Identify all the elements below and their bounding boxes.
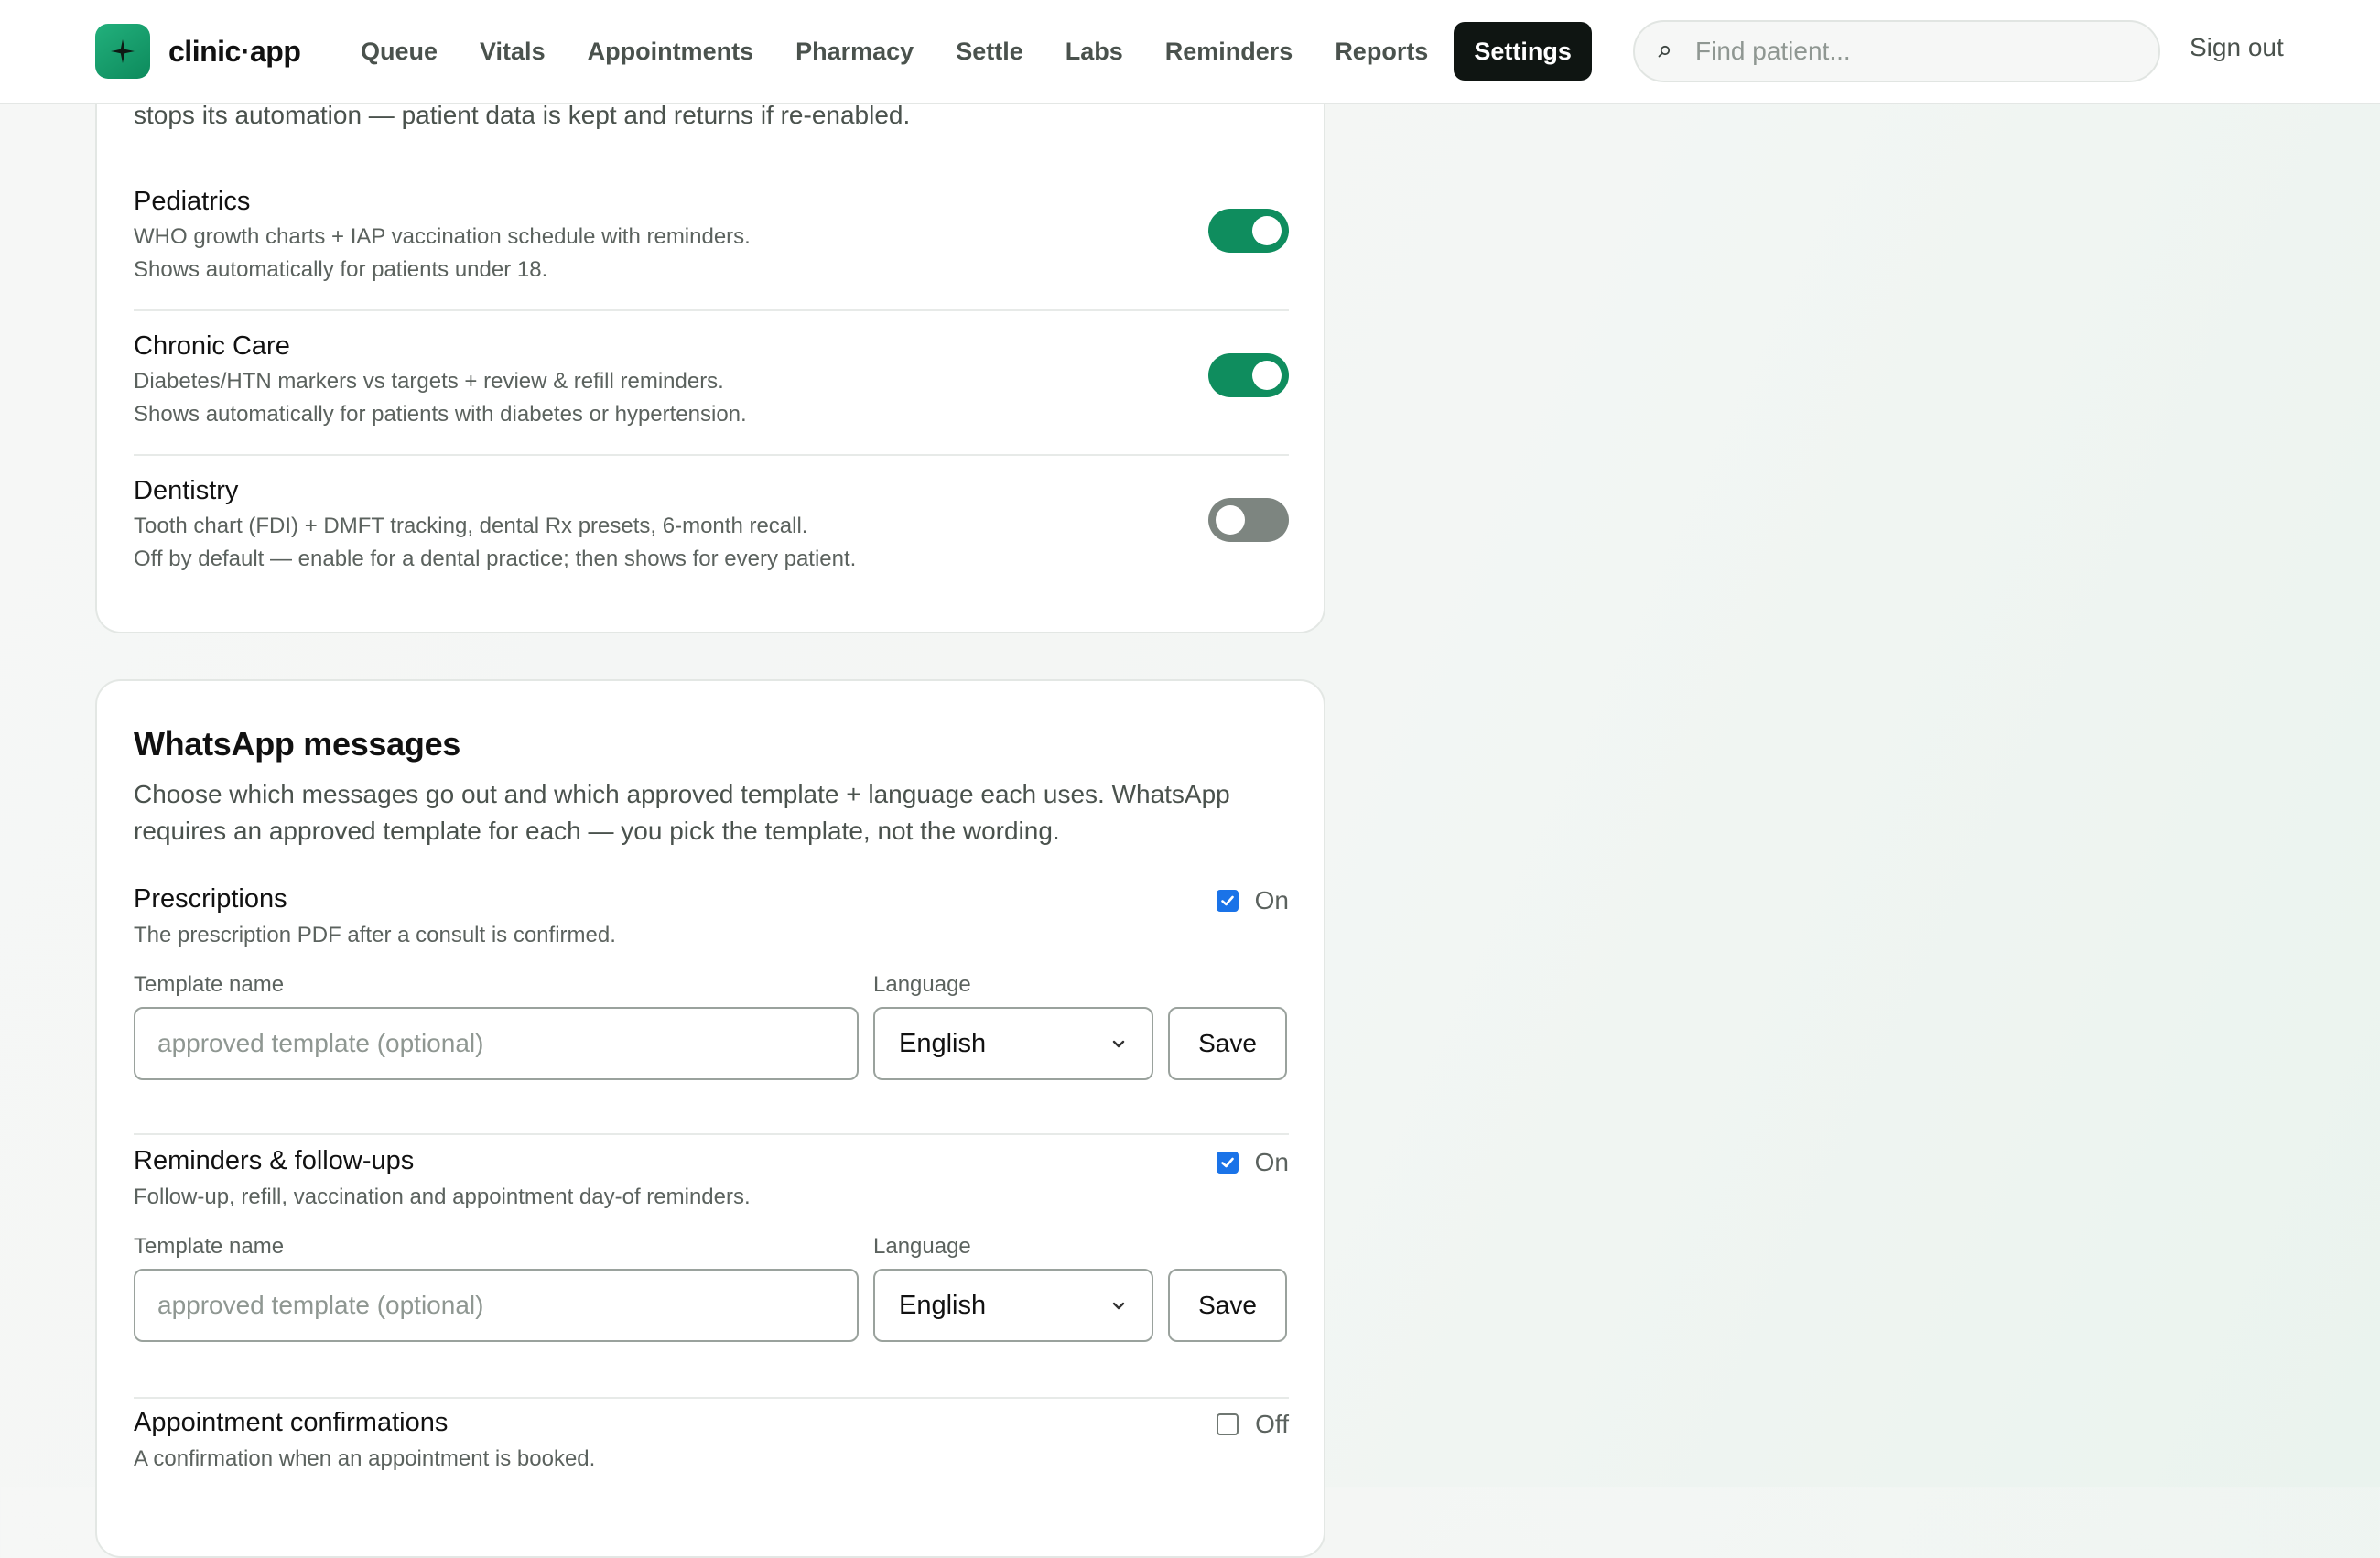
search-icon xyxy=(1655,42,1673,60)
module-desc-line: Tooth chart (FDI) + DMFT tracking, denta… xyxy=(134,514,808,538)
toggle-knob xyxy=(1252,361,1282,390)
nav-item-reminders[interactable]: Reminders xyxy=(1143,22,1314,81)
checkbox-label: Off xyxy=(1255,1410,1289,1438)
module-desc-line: Shows automatically for patients with di… xyxy=(134,402,747,427)
module-title: Dentistry xyxy=(134,476,239,505)
nav-item-settle[interactable]: Settle xyxy=(934,22,1044,81)
language-select-value: English xyxy=(899,1290,987,1320)
modules-card: stops its automation — patient data is k… xyxy=(95,55,1325,633)
patient-search[interactable] xyxy=(1633,20,2160,82)
language-select[interactable]: English xyxy=(873,1269,1153,1342)
module-desc-line: Off by default — enable for a dental pra… xyxy=(134,546,857,571)
message-title: Prescriptions xyxy=(134,884,287,914)
chevron-down-icon xyxy=(1109,1296,1128,1319)
modules-intro-text: stops its automation — patient data is k… xyxy=(134,101,911,129)
reminders-enabled-checkbox[interactable]: On xyxy=(1216,1148,1289,1177)
checkbox-label: On xyxy=(1254,886,1289,914)
toggle-knob xyxy=(1252,216,1282,245)
top-nav-bar: clinic·app Queue Vitals Appointments Pha… xyxy=(0,0,2380,104)
toggle-knob xyxy=(1216,505,1245,535)
message-desc: Follow-up, refill, vaccination and appoi… xyxy=(134,1185,751,1209)
nav-item-reports[interactable]: Reports xyxy=(1313,22,1448,81)
nav-item-queue[interactable]: Queue xyxy=(339,22,458,81)
nav-item-pharmacy[interactable]: Pharmacy xyxy=(774,22,934,81)
module-desc: Diabetes/HTN markers vs targets + review… xyxy=(134,365,1289,431)
message-desc: The prescription PDF after a consult is … xyxy=(134,923,616,947)
language-select[interactable]: English xyxy=(873,1007,1153,1080)
app-name: clinic·app xyxy=(168,34,301,68)
nav-item-appointments[interactable]: Appointments xyxy=(566,22,774,81)
module-desc-line: Diabetes/HTN markers vs targets + review… xyxy=(134,369,724,394)
checkbox-unchecked-icon[interactable] xyxy=(1217,1413,1239,1435)
message-prescriptions: Prescriptions The prescription PDF after… xyxy=(134,884,1289,1135)
whatsapp-section-title: WhatsApp messages xyxy=(134,725,461,763)
brand[interactable]: clinic·app xyxy=(95,24,301,79)
appointment-confirmations-checkbox[interactable]: Off xyxy=(1217,1410,1289,1439)
module-row-chronic-care: Chronic Care Diabetes/HTN markers vs tar… xyxy=(134,331,1289,456)
module-desc: WHO growth charts + IAP vaccination sche… xyxy=(134,221,1289,287)
chevron-down-icon xyxy=(1109,1034,1128,1057)
whatsapp-card: WhatsApp messages Choose which messages … xyxy=(95,679,1325,1558)
language-select-value: English xyxy=(899,1028,987,1058)
template-name-label: Template name xyxy=(134,972,285,997)
dentistry-toggle[interactable] xyxy=(1208,498,1289,542)
checkbox-checked-icon[interactable] xyxy=(1216,1152,1239,1174)
nav-item-settings[interactable]: Settings xyxy=(1454,22,1592,81)
sign-out-link[interactable]: Sign out xyxy=(2190,33,2284,62)
whatsapp-section-desc: Choose which messages go out and which a… xyxy=(134,780,1230,845)
language-label: Language xyxy=(873,972,971,997)
checkbox-checked-icon[interactable] xyxy=(1216,890,1239,912)
language-label: Language xyxy=(873,1234,971,1259)
module-desc: Tooth chart (FDI) + DMFT tracking, denta… xyxy=(134,510,1289,576)
prescriptions-enabled-checkbox[interactable]: On xyxy=(1216,886,1289,915)
logo-spark-icon xyxy=(95,24,150,79)
message-reminders-follow-ups: Reminders & follow-ups Follow-up, refill… xyxy=(134,1146,1289,1399)
main-nav: Queue Vitals Appointments Pharmacy Settl… xyxy=(339,22,1592,81)
template-name-input[interactable] xyxy=(134,1269,859,1342)
checkbox-label: On xyxy=(1254,1148,1289,1176)
save-button[interactable]: Save xyxy=(1168,1269,1287,1342)
module-row-pediatrics: Pediatrics WHO growth charts + IAP vacci… xyxy=(134,187,1289,311)
chronic-care-toggle[interactable] xyxy=(1208,353,1289,397)
save-button[interactable]: Save xyxy=(1168,1007,1287,1080)
nav-item-labs[interactable]: Labs xyxy=(1044,22,1143,81)
module-title: Pediatrics xyxy=(134,187,251,216)
message-appointment-confirmations: Appointment confirmations A confirmation… xyxy=(134,1408,1289,1518)
nav-item-vitals[interactable]: Vitals xyxy=(458,22,566,81)
template-name-input[interactable] xyxy=(134,1007,859,1080)
message-title: Reminders & follow-ups xyxy=(134,1146,415,1175)
template-name-label: Template name xyxy=(134,1234,285,1259)
pediatrics-toggle[interactable] xyxy=(1208,209,1289,253)
message-title: Appointment confirmations xyxy=(134,1408,449,1437)
message-desc: A confirmation when an appointment is bo… xyxy=(134,1446,596,1471)
module-desc-line: Shows automatically for patients under 1… xyxy=(134,257,548,282)
module-row-dentistry: Dentistry Tooth chart (FDI) + DMFT track… xyxy=(134,476,1289,600)
module-desc-line: WHO growth charts + IAP vaccination sche… xyxy=(134,224,751,249)
module-title: Chronic Care xyxy=(134,331,290,361)
search-input[interactable] xyxy=(1695,37,2135,66)
